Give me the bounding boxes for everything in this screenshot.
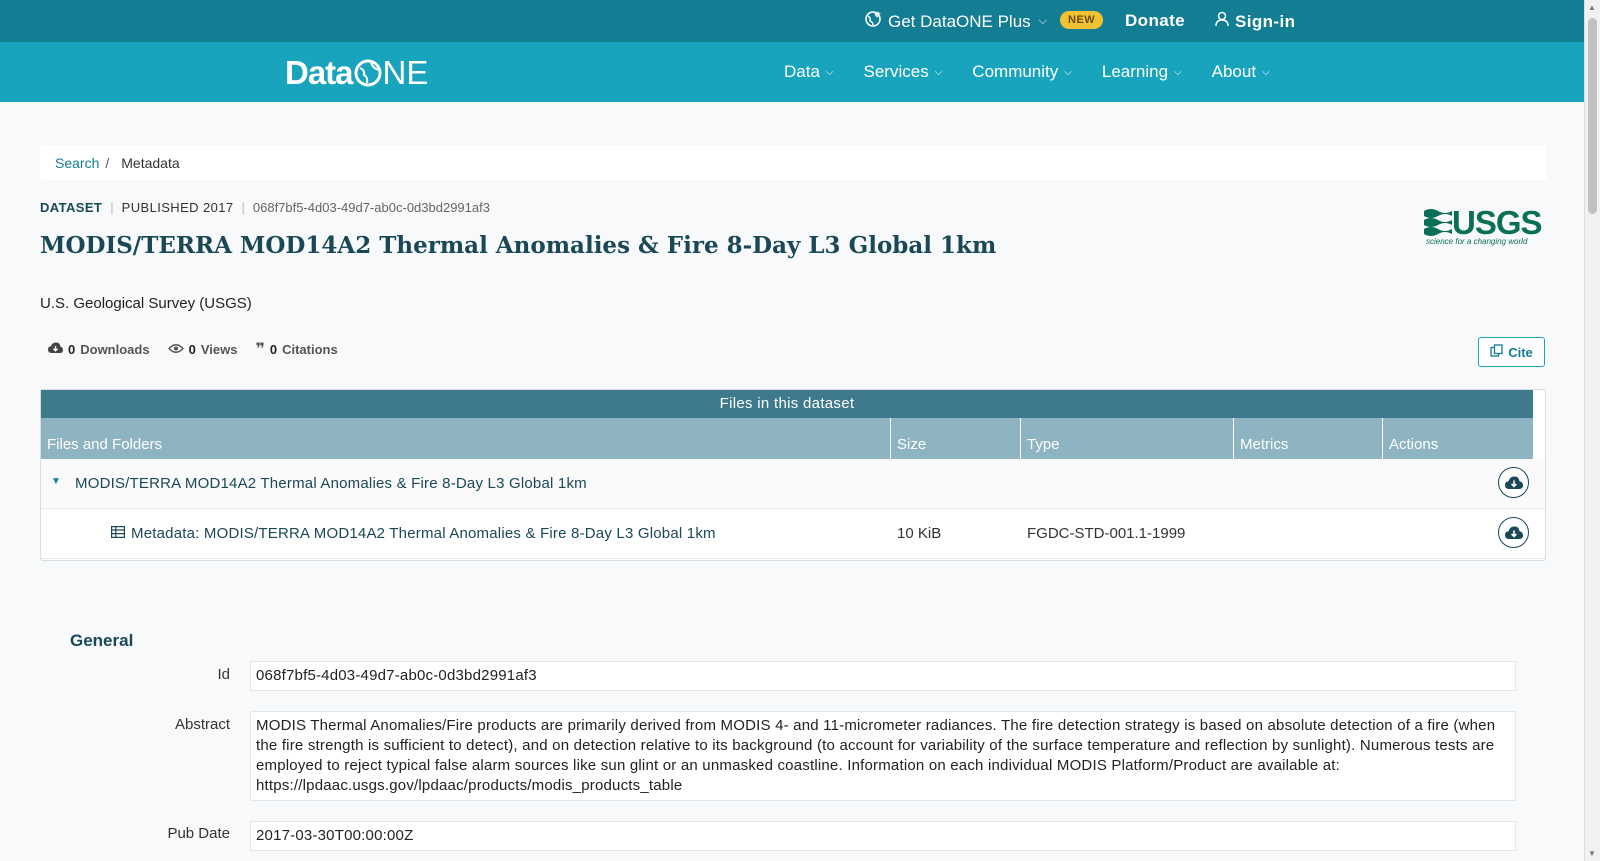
citations-metric[interactable]: ❞ 0 Citations [255,340,338,358]
dataset-title: MODIS/TERRA MOD14A2 Thermal Anomalies & … [40,232,997,259]
download-file-button[interactable] [1498,517,1529,548]
views-count: 0 [188,342,196,357]
breadcrumb-search-link[interactable]: Search [55,155,99,171]
chevron-down-icon: ⌵ [934,66,943,78]
nav-item-community[interactable]: Community ⌵ [972,62,1072,82]
folder-row[interactable]: ▼ MODIS/TERRA MOD14A2 Thermal Anomalies … [41,459,1545,509]
quote-icon: ❞ [255,340,265,358]
globe-icon [864,10,882,33]
usgs-logo-tagline: science for a changing world [1426,237,1528,246]
citations-count: 0 [269,342,278,357]
files-table-caption: Files in this dataset [41,390,1533,418]
get-dataone-plus-label: Get DataONE Plus [888,11,1031,31]
usgs-logo: USGS science for a changing world [1424,204,1544,248]
cloud-download-icon [1504,526,1523,539]
nav-item-label: Services [863,62,929,81]
id-value: 068f7bf5-4d03-49d7-ab0c-0d3bd2991af3 [250,661,1516,691]
cloud-download-icon [48,342,63,357]
download-folder-button[interactable] [1498,467,1529,498]
sign-in-label: Sign-in [1235,11,1296,31]
nav-item-about[interactable]: About ⌵ [1212,62,1270,82]
page-scrollbar[interactable]: ▲ ▼ [1584,0,1600,861]
abstract-label: Abstract [174,716,230,733]
pub-date-value: 2017-03-30T00:00:00Z [250,821,1516,851]
user-icon [1215,11,1229,32]
dataset-pid: 068f7bf5-4d03-49d7-ab0c-0d3bd2991af3 [252,200,490,215]
chevron-down-icon: ⌵ [1262,66,1270,78]
views-metric[interactable]: 0 Views [167,342,238,357]
cite-button[interactable]: Cite [1478,337,1545,367]
files-table: Files in this dataset Files and Folders … [40,389,1546,561]
folder-name[interactable]: MODIS/TERRA MOD14A2 Thermal Anomalies & … [75,475,587,492]
published-label: PUBLISHED 2017 [121,200,234,215]
top-utility-bar: Get DataONE Plus ⌵ NEW Donate Sign-in [0,0,1584,42]
column-header-actions[interactable]: Actions [1383,418,1533,459]
file-row[interactable]: Metadata: MODIS/TERRA MOD14A2 Thermal An… [41,509,1545,559]
eye-icon [167,342,184,357]
scrollbar-thumb[interactable] [1588,18,1597,214]
dataone-logo[interactable]: Data NE [285,54,428,92]
nav-item-label: Data [784,62,820,81]
nav-item-data[interactable]: Data ⌵ [784,62,834,82]
general-section-title: General [70,631,134,650]
donate-link[interactable]: Donate [1125,11,1185,31]
dataset-organization: U.S. Geological Survey (USGS) [40,295,252,312]
files-table-header: Files and Folders Size Type Metrics Acti… [41,418,1533,459]
column-header-size[interactable]: Size [891,418,1021,459]
main-navbar: Data NE Data ⌵ Services ⌵ Community ⌵ Learn… [0,42,1584,102]
meta-divider: | [241,200,245,215]
new-badge: NEW [1060,11,1104,29]
scroll-up-icon[interactable]: ▲ [1588,3,1596,12]
cloud-download-icon [1504,476,1523,489]
dataset-meta-line: DATASET | PUBLISHED 2017 | 068f7bf5-4d03… [40,200,490,215]
breadcrumb: Search / Metadata [40,145,1546,180]
table-icon [111,525,126,542]
get-dataone-plus-menu[interactable]: Get DataONE Plus ⌵ [864,10,1047,33]
column-header-type[interactable]: Type [1021,418,1234,459]
meta-divider: | [110,200,114,215]
sign-in-link[interactable]: Sign-in [1215,11,1295,32]
file-size: 10 KiB [897,525,942,542]
column-header-files[interactable]: Files and Folders [41,418,891,459]
file-name-cell[interactable]: Metadata: MODIS/TERRA MOD14A2 Thermal An… [111,525,716,542]
column-header-metrics[interactable]: Metrics [1234,418,1383,459]
views-label: Views [200,342,238,357]
id-label: Id [217,666,230,683]
downloads-count: 0 [68,342,76,357]
nav-menu: Data ⌵ Services ⌵ Community ⌵ Learning ⌵ Abo… [784,62,1270,82]
file-type: FGDC-STD-001.1-1999 [1027,525,1186,542]
nav-item-learning[interactable]: Learning ⌵ [1102,62,1182,82]
nav-item-label: Community [972,62,1059,81]
nav-item-services[interactable]: Services ⌵ [864,62,943,82]
file-name: Metadata: MODIS/TERRA MOD14A2 Thermal An… [131,525,716,542]
downloads-metric[interactable]: 0 Downloads [48,342,150,357]
citations-label: Citations [282,342,338,357]
chevron-down-icon: ⌵ [1174,66,1182,78]
breadcrumb-current: Metadata [121,154,180,171]
caret-down-icon[interactable]: ▼ [51,476,61,487]
breadcrumb-separator: / [105,154,110,171]
copy-icon [1490,344,1503,360]
nav-item-label: About [1211,62,1257,81]
abstract-value: MODIS Thermal Anomalies/Fire products ar… [250,711,1516,801]
nav-item-label: Learning [1101,62,1169,81]
cite-button-label: Cite [1508,344,1533,360]
downloads-label: Downloads [80,342,150,357]
dataset-metrics: 0 Downloads 0 Views ❞ 0 Citations [48,340,338,358]
chevron-down-icon: ⌵ [1064,66,1072,78]
logo-text-prefix: Data [285,54,354,91]
scroll-down-icon[interactable]: ▼ [1588,849,1596,858]
chevron-down-icon: ⌵ [1038,15,1048,27]
pub-date-label: Pub Date [167,825,230,842]
globe-o-icon [354,59,382,87]
logo-text-suffix: NE [382,54,429,91]
chevron-down-icon: ⌵ [825,66,834,78]
dataset-type-label: DATASET [40,200,103,215]
